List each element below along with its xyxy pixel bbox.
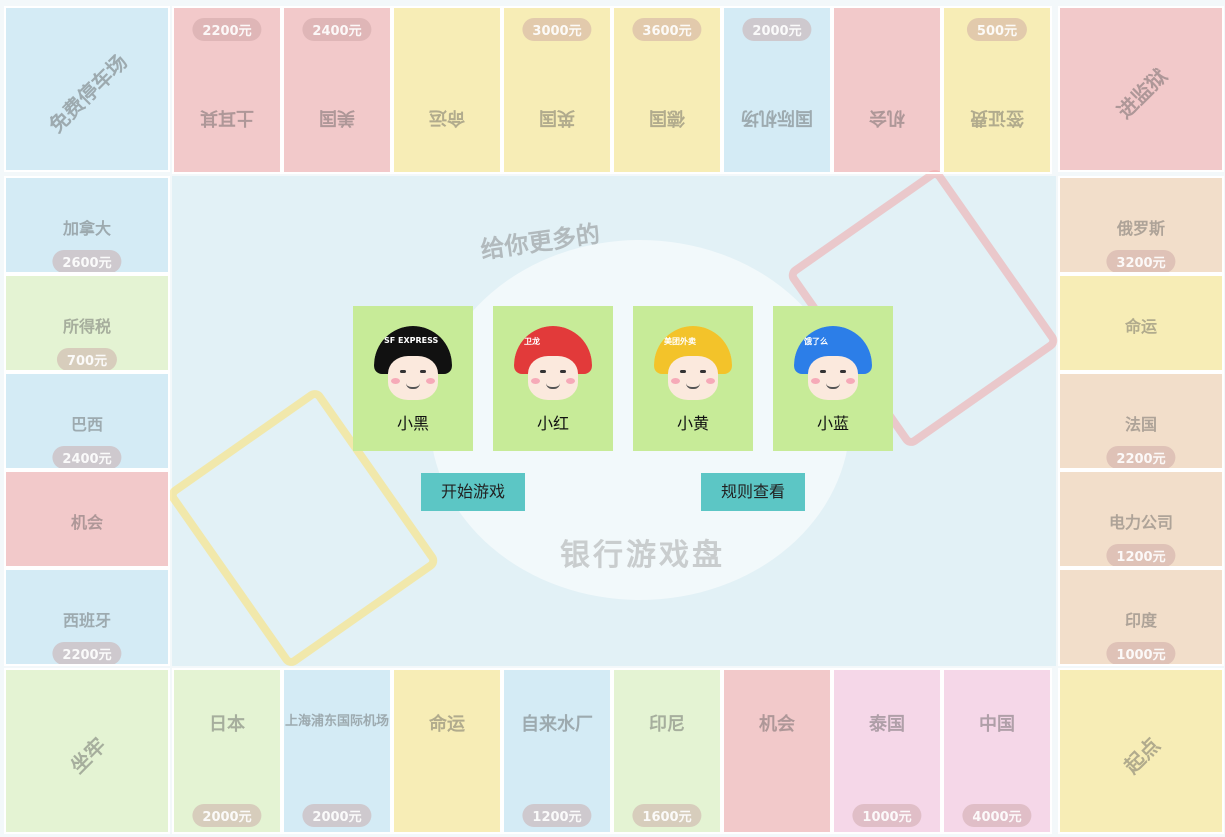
tile-price: 1600元 (632, 804, 702, 827)
corner-label: 进监狱 (1112, 63, 1172, 124)
tile-name: 印度 (1124, 611, 1157, 630)
tile-name: 印尼 (649, 714, 685, 735)
tile-price: 2400元 (52, 446, 122, 468)
face-icon (388, 356, 438, 400)
player-card-xiaohei[interactable]: SF EXPRESS 小黑 (353, 306, 473, 451)
tile-price: 2200元 (192, 18, 262, 41)
player-card-xiaohuang[interactable]: 美团外卖 小黄 (633, 306, 753, 451)
tile-name: 法国 (1124, 415, 1157, 434)
tile-price: 700元 (56, 348, 118, 370)
board-corner-bottom-left: 坐牢 (4, 668, 170, 834)
player-avatar: 美团外卖 (654, 326, 732, 404)
tile-price: 1000元 (1106, 642, 1176, 664)
tile-name: 命运 (429, 714, 465, 735)
tile-name: 美国 (319, 107, 355, 128)
player-card-xiaolan[interactable]: 饿了么 小蓝 (773, 306, 893, 451)
board-tile-right: 法国 2200元 (1058, 372, 1224, 470)
board-tile-bottom: 中国 4000元 (942, 668, 1052, 834)
tile-price: 1000元 (852, 804, 922, 827)
tile-name: 土耳其 (200, 107, 254, 128)
tile-price: 2000元 (192, 804, 262, 827)
board-tile-bottom: 命运 (392, 668, 502, 834)
player-card-xiaohong[interactable]: 卫龙 小红 (493, 306, 613, 451)
tile-name: 日本 (209, 714, 245, 735)
board-tile-top: 国际机场 2000元 (722, 6, 832, 174)
face-icon (528, 356, 578, 400)
tile-name: 加拿大 (62, 219, 111, 238)
board-tile-top: 签证费 500元 (942, 6, 1052, 174)
tile-name: 西班牙 (62, 611, 111, 630)
tile-name: 中国 (979, 714, 1015, 735)
player-name: 小蓝 (816, 414, 849, 433)
board-tile-bottom: 上海浦东国际机场 2000元 (282, 668, 392, 834)
tile-name: 电力公司 (1108, 513, 1173, 532)
player-avatar: 饿了么 (794, 326, 872, 404)
tile-name: 巴西 (70, 415, 103, 434)
board-tile-top: 英国 3000元 (502, 6, 612, 174)
board-tile-right: 俄罗斯 3200元 (1058, 176, 1224, 274)
tile-name: 签证费 (970, 107, 1024, 128)
board-tile-top: 机会 (832, 6, 942, 174)
tile-price: 2600元 (52, 250, 122, 272)
tile-name: 英国 (539, 107, 575, 128)
board-tile-bottom: 自来水厂 1200元 (502, 668, 612, 834)
corner-label: 起点 (1119, 732, 1165, 779)
board-tile-left: 西班牙 2200元 (4, 568, 170, 666)
board-tile-left: 巴西 2400元 (4, 372, 170, 470)
tile-name: 德国 (649, 107, 685, 128)
tile-name: 国际机场 (741, 107, 813, 128)
board-corner-top-left: 免费停车场 (4, 6, 170, 172)
player-avatar: SF EXPRESS (374, 326, 452, 404)
board-tile-bottom: 泰国 1000元 (832, 668, 942, 834)
tile-name: 泰国 (869, 714, 905, 735)
tile-name: 机会 (70, 513, 103, 532)
tile-name: 命运 (429, 107, 465, 128)
tile-price: 500元 (966, 18, 1028, 41)
board-tile-top: 德国 3600元 (612, 6, 722, 174)
board-corner-bottom-right: 起点 (1058, 668, 1224, 834)
board-tile-top: 命运 (392, 6, 502, 174)
board-tile-bottom: 日本 2000元 (172, 668, 282, 834)
start-game-button[interactable]: 开始游戏 (421, 473, 525, 511)
tile-name: 俄罗斯 (1116, 219, 1165, 238)
tile-name: 所得税 (62, 317, 111, 336)
view-rules-button[interactable]: 规则查看 (701, 473, 805, 511)
face-icon (808, 356, 858, 400)
tile-name: 机会 (869, 107, 905, 128)
tile-price: 1200元 (522, 804, 592, 827)
tile-name: 上海浦东国际机场 (284, 714, 389, 729)
player-name: 小红 (536, 414, 569, 433)
tile-price: 3600元 (632, 18, 702, 41)
board-tile-left: 机会 (4, 470, 170, 568)
tile-price: 4000元 (962, 804, 1032, 827)
board-corner-top-right: 进监狱 (1058, 6, 1224, 172)
board-tile-left: 所得税 700元 (4, 274, 170, 372)
board-tile-left: 加拿大 2600元 (4, 176, 170, 274)
board-tile-right: 印度 1000元 (1058, 568, 1224, 666)
tile-price: 1200元 (1106, 544, 1176, 566)
corner-label: 免费停车场 (44, 49, 132, 138)
tile-price: 2000元 (302, 804, 372, 827)
tile-price: 2400元 (302, 18, 372, 41)
tile-price: 2200元 (1106, 446, 1176, 468)
board-tile-bottom: 机会 (722, 668, 832, 834)
tile-price: 3000元 (522, 18, 592, 41)
board-center-subtitle: 银行游戏盘 (560, 538, 725, 573)
tile-name: 命运 (1124, 317, 1157, 336)
player-name: 小黄 (676, 414, 709, 433)
board-tile-top: 土耳其 2200元 (172, 6, 282, 174)
tile-price: 3200元 (1106, 250, 1176, 272)
board-tile-right: 电力公司 1200元 (1058, 470, 1224, 568)
board-tile-bottom: 印尼 1600元 (612, 668, 722, 834)
corner-label: 坐牢 (65, 732, 111, 779)
tile-name: 机会 (759, 714, 795, 735)
player-avatar: 卫龙 (514, 326, 592, 404)
board-tile-top: 美国 2400元 (282, 6, 392, 174)
board-tile-right: 命运 (1058, 274, 1224, 372)
player-name: 小黑 (396, 414, 429, 433)
tile-price: 2200元 (52, 642, 122, 664)
face-icon (668, 356, 718, 400)
tile-price: 2000元 (742, 18, 812, 41)
tile-name: 自来水厂 (521, 714, 593, 735)
